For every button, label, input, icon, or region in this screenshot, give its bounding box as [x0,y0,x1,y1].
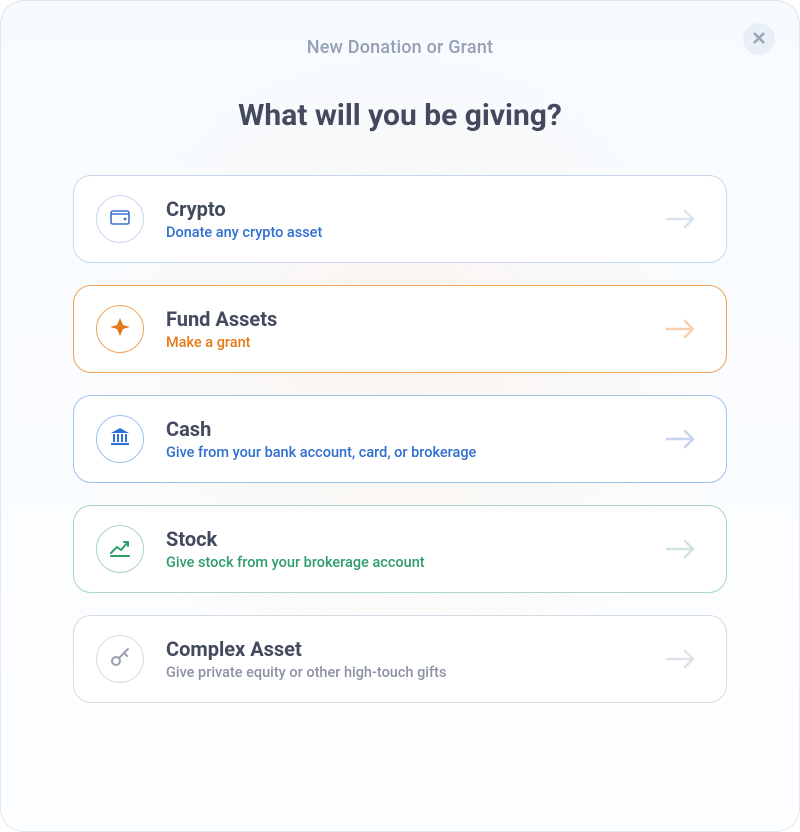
option-cash[interactable]: Cash Give from your bank account, card, … [73,395,727,483]
option-title: Fund Assets [166,307,664,331]
option-subtitle: Give private equity or other high-touch … [166,664,664,681]
option-title: Complex Asset [166,637,664,661]
modal-headline: What will you be giving? [73,98,727,133]
option-title: Crypto [166,197,664,221]
option-subtitle: Donate any crypto asset [166,224,664,241]
close-button[interactable] [743,23,775,55]
option-subtitle: Give stock from your brokerage account [166,554,664,571]
option-complex-asset[interactable]: Complex Asset Give private equity or oth… [73,615,727,703]
arrow-right-icon [664,427,698,451]
key-icon [96,635,144,683]
donation-modal: New Donation or Grant What will you be g… [0,0,800,832]
bank-icon [96,415,144,463]
arrow-right-icon [664,207,698,231]
options-list: Crypto Donate any crypto asset Fund Asse… [73,175,727,703]
arrow-right-icon [664,317,698,341]
close-icon [752,30,766,49]
modal-eyebrow: New Donation or Grant [73,37,727,58]
option-subtitle: Give from your bank account, card, or br… [166,444,664,461]
arrow-right-icon [664,537,698,561]
option-title: Cash [166,417,664,441]
chart-line-icon [96,525,144,573]
arrow-right-icon [664,647,698,671]
sparkle-icon [96,305,144,353]
wallet-icon [96,195,144,243]
option-stock[interactable]: Stock Give stock from your brokerage acc… [73,505,727,593]
option-crypto[interactable]: Crypto Donate any crypto asset [73,175,727,263]
option-subtitle: Make a grant [166,334,664,351]
option-fund-assets[interactable]: Fund Assets Make a grant [73,285,727,373]
option-title: Stock [166,527,664,551]
